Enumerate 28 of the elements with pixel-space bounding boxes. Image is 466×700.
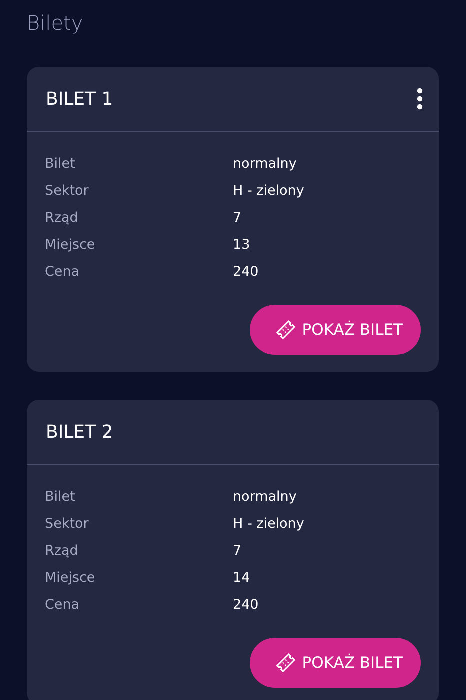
field-label: Cena (45, 596, 80, 612)
field-label: Sektor (45, 516, 89, 532)
field-value: 240 (233, 596, 259, 612)
field-label: Bilet (45, 488, 76, 504)
field-value: H - zielony (233, 516, 304, 532)
field-value: normalny (233, 488, 297, 504)
ticket-title: BILET 2 (46, 422, 114, 442)
show-ticket-button[interactable]: POKAŻ BILET (250, 305, 421, 355)
field-value: 240 (233, 264, 259, 280)
field-label: Miejsce (45, 236, 96, 252)
field-label: Bilet (45, 156, 76, 172)
field-value: normalny (233, 156, 297, 172)
page-title: Bilety (27, 10, 84, 37)
field-label: Rząd (45, 210, 78, 226)
field-value: 13 (233, 236, 250, 252)
field-value: 7 (233, 542, 242, 558)
field-label: Cena (45, 264, 80, 280)
field-label: Sektor (45, 182, 89, 198)
field-label: Miejsce (45, 570, 96, 586)
show-ticket-button[interactable]: POKAŻ BILET (250, 638, 421, 688)
ticket-icon (276, 320, 296, 340)
ticket-title: BILET 1 (46, 88, 114, 110)
field-label: Rząd (45, 542, 78, 558)
field-value: 7 (233, 210, 242, 226)
ticket-icon (276, 653, 296, 673)
field-value: H - zielony (233, 182, 304, 198)
field-value: 14 (233, 570, 250, 586)
more-icon[interactable] (417, 88, 423, 110)
